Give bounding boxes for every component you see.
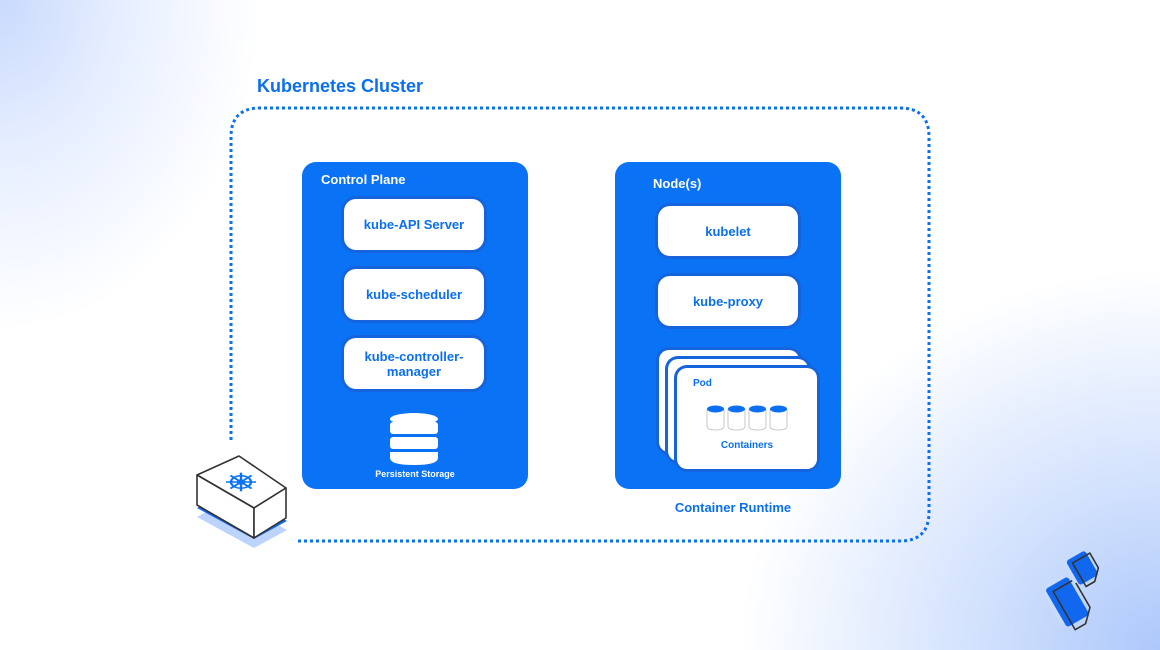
brand-logo-icon — [1040, 549, 1100, 631]
